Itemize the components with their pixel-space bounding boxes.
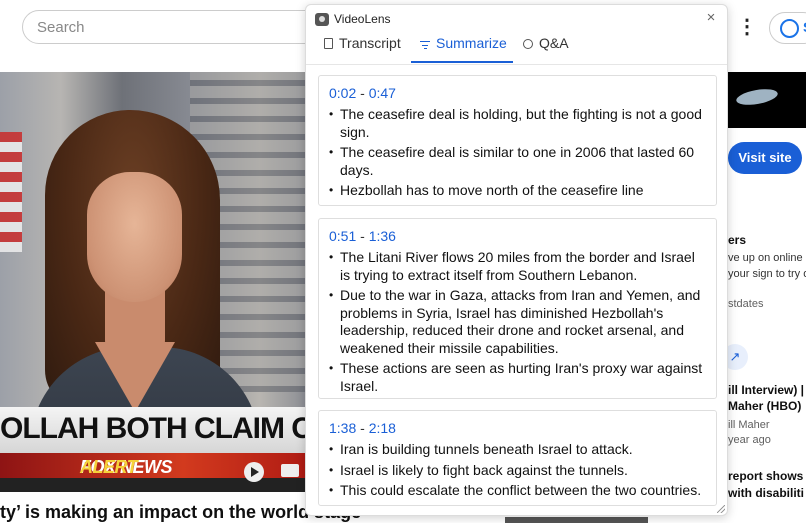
- videolens-popup: VideoLens × Transcript Summarize Q&A 0:0…: [305, 4, 728, 516]
- qa-icon: [523, 39, 533, 49]
- ad-car-image: [735, 86, 779, 108]
- summary-card: 0:02 - 0:47 The ceasefire deal is holdin…: [318, 75, 717, 206]
- side-source[interactable]: stdates: [728, 298, 763, 310]
- transcript-icon: [324, 38, 333, 49]
- side-text: ve up on online: [728, 252, 803, 264]
- play-icon[interactable]: [244, 462, 264, 482]
- related-video-title[interactable]: ill Interview) | R: [728, 383, 806, 397]
- more-vert-icon[interactable]: ⋮: [737, 16, 757, 38]
- lower-third-headline: OLLAH BOTH CLAIM CEASEFIRE: [0, 412, 305, 445]
- timestamp-range: 0:51 - 1:36: [329, 228, 396, 244]
- avatar-icon: [780, 19, 799, 38]
- visit-site-button[interactable]: Visit site: [728, 142, 802, 174]
- tab-label: Summarize: [436, 35, 507, 51]
- summary-point: Due to the war in Gaza, attacks from Ira…: [329, 287, 706, 357]
- tab-label: Q&A: [539, 35, 569, 51]
- close-icon[interactable]: ×: [704, 10, 718, 25]
- summary-point: This could escalate the conflict between…: [329, 482, 706, 500]
- summary-card: 1:38 - 2:18 Iran is building tunnels ben…: [318, 410, 717, 506]
- video-flag: [0, 132, 22, 252]
- timestamp-end-link[interactable]: 0:47: [369, 85, 396, 101]
- timestamp-start-link[interactable]: 1:38: [329, 420, 356, 436]
- profile-button[interactable]: S: [769, 12, 806, 44]
- popup-header: VideoLens × Transcript Summarize Q&A: [306, 5, 727, 65]
- timestamp-range: 1:38 - 2:18: [329, 420, 396, 436]
- timestamp-range: 0:02 - 0:47: [329, 85, 396, 101]
- timestamp-start-link[interactable]: 0:51: [329, 228, 356, 244]
- news-lower-third: OLLAH BOTH CLAIM CEASEFIRE: [0, 407, 305, 453]
- summarize-icon: [420, 41, 430, 49]
- timestamp-end-link[interactable]: 1:36: [369, 228, 396, 244]
- tab-summarize[interactable]: Summarize: [411, 35, 513, 63]
- tab-qa[interactable]: Q&A: [523, 35, 569, 63]
- summary-point: The Litani River flows 20 miles from the…: [329, 249, 706, 284]
- summary-points: The Litani River flows 20 miles from the…: [329, 249, 706, 395]
- related-age: year ago: [728, 434, 771, 446]
- ad-thumbnail[interactable]: [728, 72, 806, 128]
- summary-point: Hezbollah has to move north of the cease…: [329, 182, 706, 200]
- summary-point: The ceasefire deal is holding, but the f…: [329, 106, 706, 141]
- page: Search OLLAH BOTH CLAIM CEASEFIRE FOX NE…: [0, 0, 806, 523]
- summary-points: The ceasefire deal is holding, but the f…: [329, 106, 706, 200]
- alert-word: ALERT: [80, 457, 138, 477]
- side-text: your sign to try or: [728, 268, 806, 280]
- related-thumbnail[interactable]: [505, 517, 648, 523]
- video-player[interactable]: OLLAH BOTH CLAIM CEASEFIRE FOX NEWS ALER…: [0, 72, 305, 492]
- anchor-face: [87, 172, 182, 302]
- side-heading: ers: [728, 233, 747, 247]
- summary-card: 0:51 - 1:36 The Litani River flows 20 mi…: [318, 218, 717, 399]
- header-divider: [306, 64, 727, 65]
- summary-points: Iran is building tunnels beneath Israel …: [329, 441, 706, 500]
- tab-transcript[interactable]: Transcript: [324, 35, 401, 63]
- captions-icon[interactable]: [281, 464, 299, 477]
- related-video-title[interactable]: with disabiliti: [728, 486, 804, 500]
- resize-grip-icon[interactable]: [717, 505, 725, 513]
- summary-point: These actions are seen as hurting Iran's…: [329, 360, 706, 395]
- related-video-title[interactable]: Maher (HBO): [728, 399, 801, 413]
- tab-label: Transcript: [339, 35, 401, 51]
- search-input[interactable]: Search: [22, 10, 322, 44]
- summary-point: Iran is building tunnels beneath Israel …: [329, 441, 706, 459]
- related-video-title[interactable]: report shows: [728, 469, 803, 483]
- app-logo-icon: [315, 13, 329, 26]
- summary-point: The ceasefire deal is similar to one in …: [329, 144, 706, 179]
- app-title: VideoLens: [334, 12, 391, 26]
- timestamp-end-link[interactable]: 2:18: [369, 420, 396, 436]
- timestamp-start-link[interactable]: 0:02: [329, 85, 356, 101]
- related-channel[interactable]: ill Maher: [728, 419, 770, 431]
- summary-point: Israel is likely to fight back against t…: [329, 462, 706, 480]
- search-placeholder: Search: [37, 19, 85, 36]
